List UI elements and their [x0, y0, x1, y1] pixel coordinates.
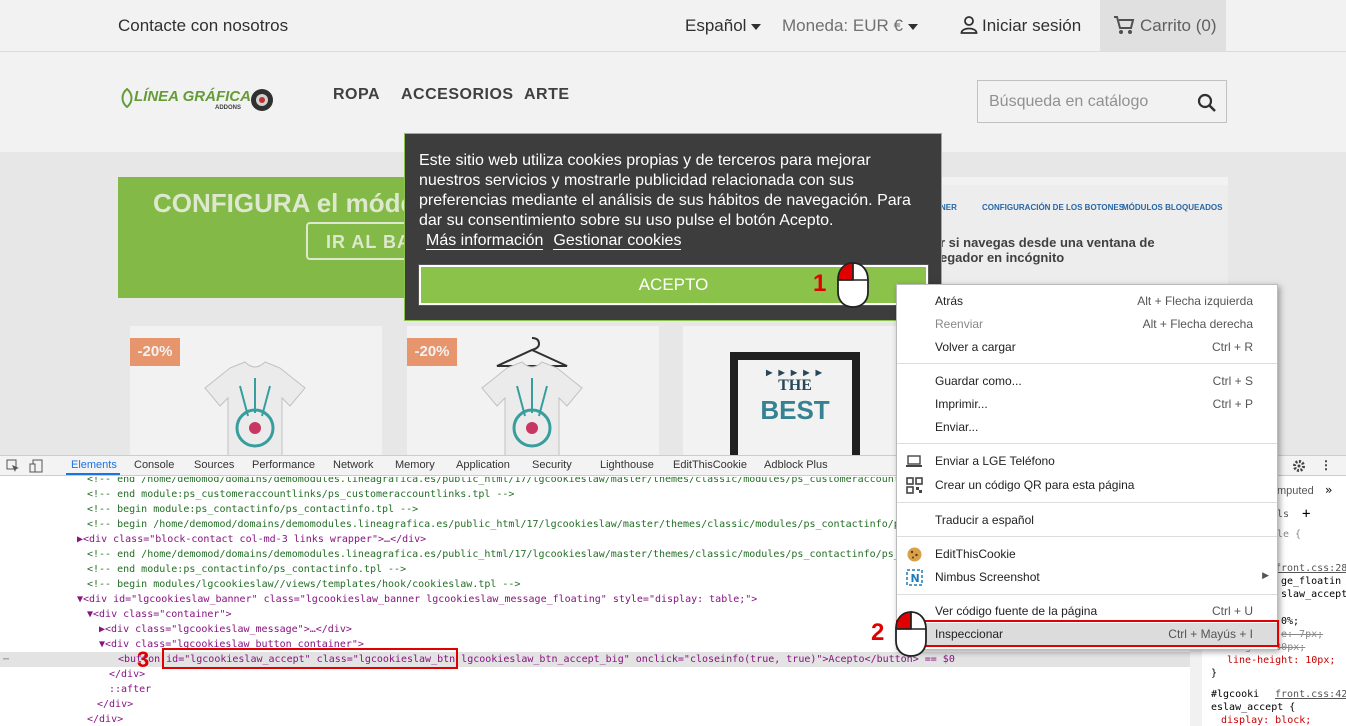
code-line[interactable]: ::after: [109, 682, 151, 697]
menu-label: Reenviar: [935, 317, 984, 331]
computed-tab[interactable]: mputed: [1277, 485, 1314, 497]
devtools-tab-console[interactable]: Console: [134, 459, 174, 471]
code-line[interactable]: </div>: [87, 712, 123, 726]
menu-item-reload[interactable]: Volver a cargar Ctrl + R: [897, 336, 1277, 359]
active-tab-underline: [66, 473, 120, 475]
more-options-icon[interactable]: ⋮: [1320, 458, 1332, 472]
menu-item-send-to-device[interactable]: Enviar a LGE Teléfono: [897, 450, 1277, 473]
laptop-icon: [906, 455, 922, 467]
menu-shortcut: Ctrl + P: [1212, 397, 1253, 411]
menu-label: Imprimir...: [935, 397, 988, 411]
menu-separator: [897, 594, 1277, 595]
context-menu: Atrás Alt + Flecha izquierda Reenviar Alt …: [896, 284, 1278, 650]
devtools-tab-security[interactable]: Security: [532, 459, 572, 471]
menu-item-nimbus[interactable]: N Nimbus Screenshot ▶: [897, 566, 1277, 589]
code-line[interactable]: ▼<div class="container">: [87, 607, 232, 622]
menu-separator: [897, 443, 1277, 444]
step-number-3: 3: [137, 647, 150, 672]
code-line[interactable]: ▶<div class="lgcookieslaw_message">…</di…: [99, 622, 352, 637]
styles-line: }: [1211, 668, 1218, 679]
devtools-tab-adblock[interactable]: Adblock Plus: [764, 459, 828, 471]
device-toolbar-icon[interactable]: [29, 459, 43, 473]
code-line[interactable]: <!-- end /home/demomod/domains/demomodul…: [87, 547, 912, 562]
mouse-click-icon: [837, 262, 869, 308]
styles-line: ge_floatin: [1281, 576, 1342, 587]
menu-label: Enviar...: [935, 420, 979, 434]
styles-line: e: 7px;: [1281, 629, 1324, 640]
cookie-message-text: Este sitio web utiliza cookies propias y…: [419, 152, 911, 229]
menu-label: Enviar a LGE Teléfono: [935, 454, 1055, 468]
menu-shortcut: Ctrl + S: [1212, 374, 1253, 388]
manage-cookies-link[interactable]: Gestionar cookies: [553, 232, 682, 250]
styles-line: 0%;: [1281, 616, 1300, 627]
styles-line: line-height: 10px;: [1227, 655, 1336, 666]
menu-item-qr-code[interactable]: Crear un código QR para esta página: [897, 474, 1277, 497]
svg-text:N: N: [911, 572, 920, 585]
menu-separator: [897, 502, 1277, 503]
inspect-highlight-box: [896, 620, 1279, 647]
devtools-tab-performance[interactable]: Performance: [252, 459, 315, 471]
code-line[interactable]: <!-- end /home/demomod/domains/demomodul…: [87, 477, 912, 487]
devtools-tab-network[interactable]: Network: [333, 459, 373, 471]
devtools-tab-editthiscookie[interactable]: EditThisCookie: [673, 459, 747, 471]
cookie-icon: [907, 547, 922, 562]
code-line[interactable]: ▼<div id="lgcookieslaw_banner" class="lg…: [77, 592, 757, 607]
menu-shortcut: Alt + Flecha derecha: [1142, 317, 1253, 331]
menu-label: Crear un código QR para esta página: [935, 478, 1135, 492]
code-line[interactable]: <!-- end module:ps_contactinfo/ps_contac…: [87, 562, 406, 577]
menu-item-translate[interactable]: Traducir a español: [897, 509, 1277, 532]
styles-line: #lgcooki: [1211, 689, 1260, 700]
menu-item-print[interactable]: Imprimir... Ctrl + P: [897, 393, 1277, 416]
settings-gear-icon[interactable]: [1292, 459, 1306, 473]
css-file-link[interactable]: front.css:289: [1275, 563, 1346, 574]
add-rule-icon[interactable]: +: [1302, 506, 1310, 522]
menu-item-back[interactable]: Atrás Alt + Flecha izquierda: [897, 290, 1277, 313]
menu-separator: [897, 363, 1277, 364]
mouse-click-icon: [895, 611, 927, 657]
menu-label: Nimbus Screenshot: [935, 570, 1040, 584]
menu-label: Atrás: [935, 294, 964, 308]
menu-label: Guardar como...: [935, 374, 1022, 388]
styles-filter[interactable]: ls: [1277, 509, 1289, 520]
nimbus-icon: N: [906, 569, 923, 586]
code-line[interactable]: <!-- begin module:ps_contactinfo/ps_cont…: [87, 502, 418, 517]
menu-label: Traducir a español: [935, 513, 1034, 527]
devtools-tab-memory[interactable]: Memory: [395, 459, 435, 471]
qr-code-icon: [906, 477, 923, 494]
chevron-right-icon[interactable]: »: [1325, 483, 1332, 497]
menu-shortcut: Ctrl + R: [1211, 340, 1253, 354]
code-line[interactable]: <!-- begin /home/demomod/domains/demomod…: [87, 517, 912, 532]
devtools-tab-application[interactable]: Application: [456, 459, 510, 471]
styles-line: slaw_accept: [1281, 589, 1346, 600]
step-number-2: 2: [871, 619, 885, 646]
menu-item-send[interactable]: Enviar...: [897, 416, 1277, 439]
menu-item-forward: Reenviar Alt + Flecha derecha: [897, 313, 1277, 336]
devtools-tab-sources[interactable]: Sources: [194, 459, 234, 471]
menu-label: EditThisCookie: [935, 547, 1016, 561]
menu-separator: [897, 536, 1277, 537]
menu-item-editthiscookie[interactable]: EditThisCookie: [897, 543, 1277, 566]
more-info-link[interactable]: Más información: [426, 232, 544, 250]
css-file-link[interactable]: front.css:42: [1275, 689, 1346, 700]
code-line[interactable]: </div>: [97, 697, 133, 712]
ellipsis-icon: ⋯: [3, 654, 10, 665]
devtools-tab-elements[interactable]: Elements: [71, 459, 117, 471]
styles-line: display: block;: [1221, 715, 1312, 726]
code-line[interactable]: <!-- begin modules/lgcookieslaw//views/t…: [87, 577, 520, 592]
styles-line: eslaw_accept {: [1211, 702, 1296, 713]
code-line[interactable]: <!-- end module:ps_customeraccountlinks/…: [87, 487, 514, 502]
submenu-arrow-icon: ▶: [1262, 570, 1269, 580]
menu-label: Volver a cargar: [935, 340, 1016, 354]
styles-line: le {: [1277, 529, 1302, 540]
menu-label: Ver código fuente de la página: [935, 604, 1098, 618]
cookie-message: Este sitio web utiliza cookies propias y…: [419, 151, 934, 251]
menu-shortcut: Ctrl + U: [1211, 604, 1253, 618]
step-number-1: 1: [813, 270, 827, 297]
menu-item-save-as[interactable]: Guardar como... Ctrl + S: [897, 370, 1277, 393]
code-highlight-box: [162, 648, 458, 669]
devtools-tab-lighthouse[interactable]: Lighthouse: [600, 459, 654, 471]
menu-shortcut: Alt + Flecha izquierda: [1137, 294, 1253, 308]
code-line[interactable]: ▶<div class="block-contact col-md-3 link…: [77, 532, 426, 547]
inspect-element-icon[interactable]: [6, 459, 20, 473]
